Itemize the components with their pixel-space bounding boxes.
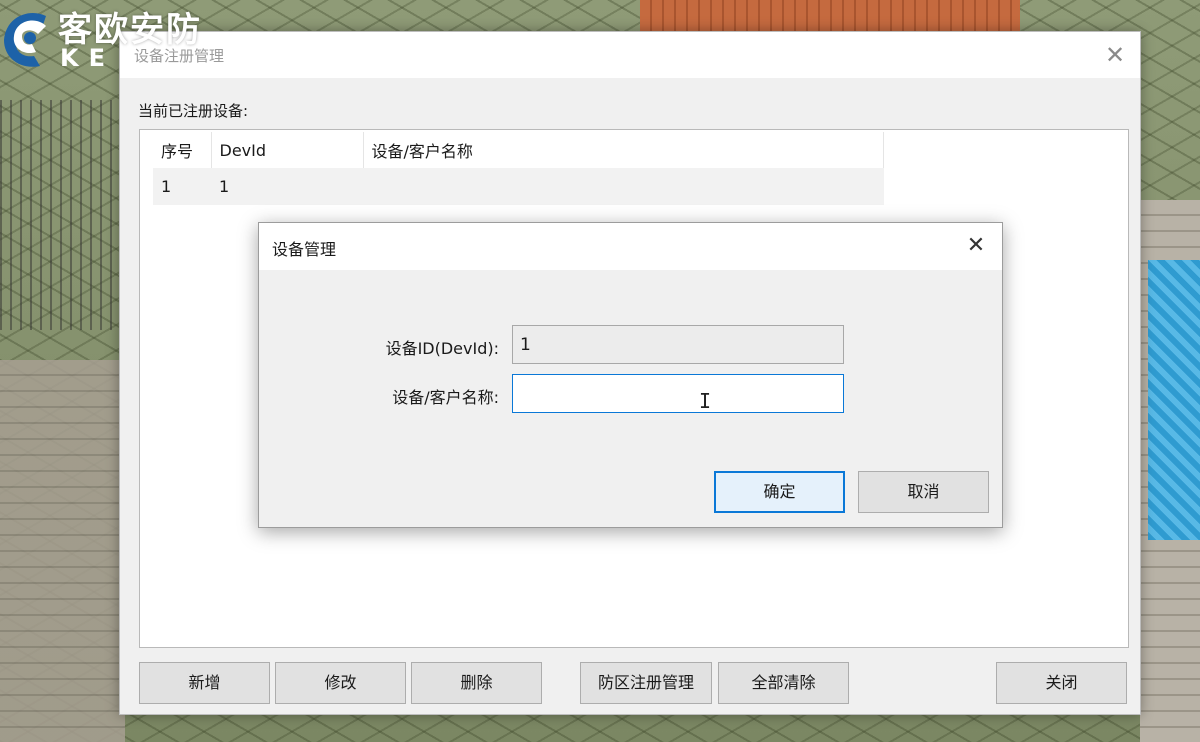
- registered-devices-label: 当前已注册设备:: [138, 102, 249, 120]
- column-header-devid[interactable]: DevId: [211, 132, 364, 168]
- background-roof: [640, 0, 1020, 34]
- table-header-row: 序号 DevId 设备/客户名称: [153, 132, 884, 168]
- dialog-titlebar: 设备管理 ✕: [259, 223, 1002, 270]
- column-header-device-name[interactable]: 设备/客户名称: [363, 132, 884, 168]
- zone-registration-button[interactable]: 防区注册管理: [580, 662, 712, 704]
- ok-button[interactable]: 确定: [714, 471, 845, 513]
- devid-label: 设备ID(DevId):: [385, 339, 499, 358]
- clear-all-button[interactable]: 全部清除: [718, 662, 849, 704]
- device-name-field[interactable]: [512, 374, 844, 413]
- background-fence: [0, 100, 120, 330]
- device-management-dialog: 设备管理 ✕ 设备ID(DevId): 设备/客户名称: I 确定 取消: [258, 222, 1003, 528]
- device-table: 序号 DevId 设备/客户名称 1 1: [153, 132, 884, 205]
- add-button[interactable]: 新增: [139, 662, 270, 704]
- close-icon[interactable]: ✕: [962, 232, 990, 260]
- dialog-title: 设备管理: [272, 240, 337, 259]
- edit-button[interactable]: 修改: [275, 662, 406, 704]
- column-header-seq[interactable]: 序号: [153, 132, 212, 168]
- devid-field[interactable]: [512, 325, 844, 364]
- background-pool: [1148, 260, 1200, 540]
- cancel-button[interactable]: 取消: [858, 471, 989, 513]
- cell-seq: 1: [153, 168, 211, 205]
- cell-devid: 1: [211, 168, 363, 205]
- device-name-label: 设备/客户名称:: [392, 388, 499, 407]
- delete-button[interactable]: 删除: [411, 662, 542, 704]
- brand-name-en: KE: [60, 44, 115, 72]
- table-row[interactable]: 1 1: [153, 168, 884, 205]
- brand-watermark: 客欧安防 KE: [0, 0, 260, 80]
- brand-logo-icon: [4, 13, 46, 67]
- window-titlebar: 设备注册管理 ✕: [120, 32, 1140, 78]
- background-wall-left: [0, 360, 125, 742]
- close-button[interactable]: 关闭: [996, 662, 1127, 704]
- cell-device-name: [363, 168, 884, 205]
- close-icon[interactable]: ✕: [1100, 40, 1130, 70]
